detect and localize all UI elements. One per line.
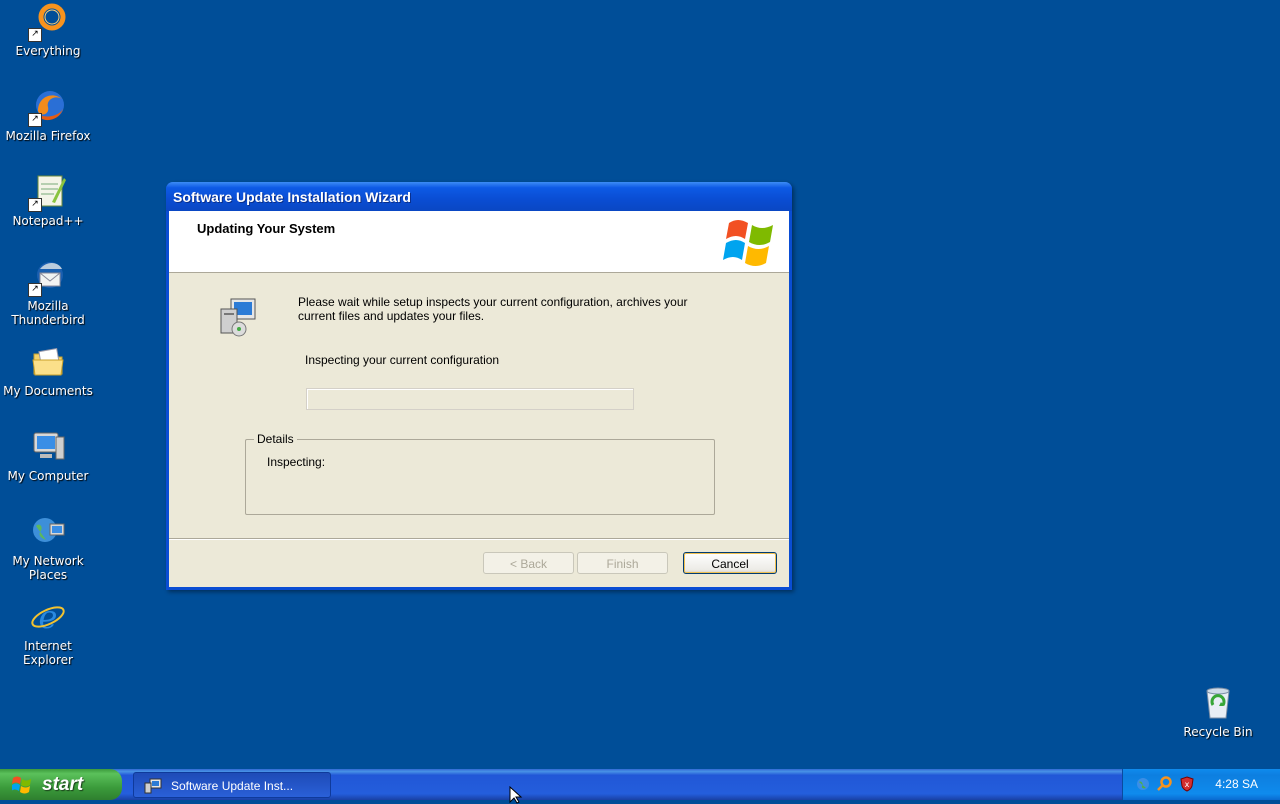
clock: 4:28 SA	[1215, 777, 1258, 791]
desktop-icon-label: Recycle Bin	[1183, 725, 1253, 739]
mouse-cursor-icon	[509, 786, 523, 804]
recycle-bin-icon	[1198, 683, 1238, 723]
desktop-icon-recycle-bin[interactable]: Recycle Bin	[1170, 683, 1266, 739]
system-tray: x 4:28 SA	[1122, 769, 1280, 800]
details-groupbox: Details Inspecting:	[245, 432, 715, 515]
start-button[interactable]: start	[0, 769, 122, 800]
desktop-icon-label: Notepad++	[12, 214, 84, 228]
thunderbird-icon: ↗	[28, 257, 68, 297]
shortcut-arrow-icon: ↗	[28, 28, 42, 42]
status-text: Inspecting your current configuration	[305, 353, 500, 367]
desktop-icon-label: My Computer	[7, 469, 89, 483]
window-titlebar[interactable]: Software Update Installation Wizard	[166, 182, 792, 211]
footer-separator	[169, 538, 789, 540]
desktop-icon-my-computer[interactable]: My Computer	[0, 427, 96, 483]
cancel-button[interactable]: Cancel	[683, 552, 777, 574]
desktop-icon-my-documents[interactable]: My Documents	[0, 342, 96, 398]
windows-logo-icon	[723, 220, 773, 266]
security-shield-icon[interactable]: x	[1179, 776, 1195, 792]
internet-explorer-icon: e	[28, 597, 68, 637]
network-tray-icon[interactable]	[1135, 776, 1151, 792]
desktop-icon-thunderbird[interactable]: ↗ Mozilla Thunderbird	[0, 257, 96, 327]
wizard-header: Updating Your System	[169, 211, 789, 273]
progress-bar	[306, 388, 634, 410]
setup-computer-icon	[220, 298, 256, 337]
taskbar-item-wizard[interactable]: Software Update Inst...	[133, 772, 331, 798]
taskbar: start Software Update Inst... x 4:28 SA	[0, 769, 1280, 800]
desktop-icon-label: My Network Places	[12, 554, 84, 582]
folder-icon	[28, 342, 68, 382]
desktop-icon-label: Mozilla Firefox	[5, 129, 91, 143]
details-legend: Details	[254, 432, 297, 446]
firefox-icon: ↗	[28, 87, 68, 127]
window-body: Updating Your System Please wait while s…	[169, 211, 789, 587]
desktop-icon-label: Mozilla Thunderbird	[11, 299, 85, 327]
header-title: Updating Your System	[197, 221, 336, 236]
shortcut-arrow-icon: ↗	[28, 198, 42, 212]
desktop-icon-notepadpp[interactable]: ↗ Notepad++	[0, 172, 96, 228]
desktop-icon-label: Everything	[15, 44, 81, 58]
wizard-window: Software Update Installation Wizard Upda…	[166, 182, 792, 590]
intro-text: Please wait while setup inspects your cu…	[298, 295, 688, 323]
back-button[interactable]: < Back	[483, 552, 574, 574]
everything-icon: ↗	[28, 2, 68, 42]
shortcut-arrow-icon: ↗	[28, 113, 42, 127]
start-label: start	[42, 774, 84, 795]
taskbar-item-label: Software Update Inst...	[171, 779, 294, 793]
desktop-icon-firefox[interactable]: ↗ Mozilla Firefox	[0, 87, 96, 143]
notepadpp-icon: ↗	[28, 172, 68, 212]
finish-button[interactable]: Finish	[577, 552, 668, 574]
setup-computer-icon	[144, 778, 162, 794]
desktop-icon-internet-explorer[interactable]: e Internet Explorer	[0, 597, 96, 667]
desktop-icon-everything[interactable]: ↗ Everything	[0, 2, 96, 58]
shortcut-arrow-icon: ↗	[28, 283, 42, 297]
computer-icon	[28, 427, 68, 467]
network-icon	[28, 512, 68, 552]
windows-flag-icon	[12, 776, 31, 794]
desktop-icon-my-network-places[interactable]: My Network Places	[0, 512, 96, 582]
window-title: Software Update Installation Wizard	[173, 189, 411, 205]
svg-text:x: x	[1185, 780, 1190, 789]
details-content: Inspecting:	[267, 455, 326, 469]
search-tray-icon[interactable]	[1157, 776, 1173, 792]
svg-text:e: e	[39, 598, 58, 636]
desktop-icon-label: Internet Explorer	[23, 639, 73, 667]
desktop-icon-label: My Documents	[3, 384, 93, 398]
